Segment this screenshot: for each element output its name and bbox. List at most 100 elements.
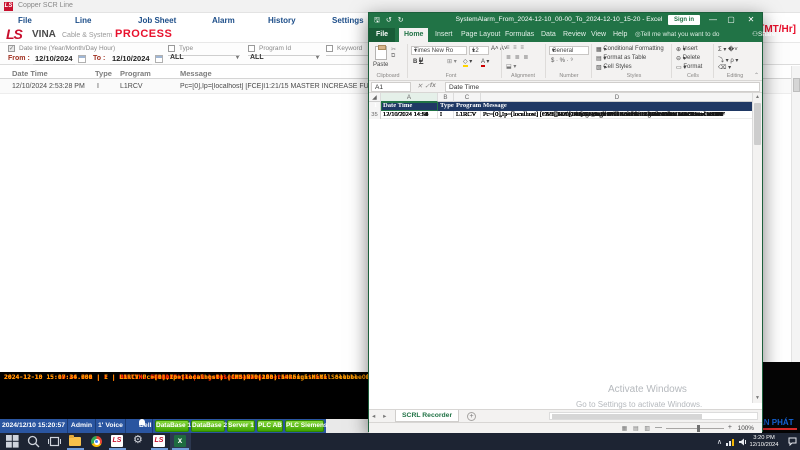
scrollbar-thumb[interactable]	[552, 414, 702, 419]
insert-cells-button[interactable]: ⊕ Insert ▾	[676, 46, 686, 53]
keyword-checkbox[interactable]	[326, 45, 333, 52]
column-c-header[interactable]: C	[454, 93, 481, 102]
from-calendar-icon[interactable]	[78, 55, 86, 63]
scrollbar-thumb[interactable]	[754, 103, 761, 145]
col-program[interactable]: Program	[120, 69, 151, 78]
type-dropdown[interactable]: ALL▾	[168, 54, 240, 56]
minimize-button[interactable]: —	[706, 13, 720, 27]
plc-siemens-button[interactable]: PLC Siemens	[285, 420, 324, 432]
cell-date[interactable]: 12/10/2024 14:44	[381, 111, 438, 120]
tab-data[interactable]: Data	[541, 28, 556, 42]
clear-icon[interactable]: ⌫ ▾	[718, 64, 731, 71]
tab-review[interactable]: Review	[563, 28, 586, 42]
zoom-slider[interactable]	[666, 428, 724, 429]
start-button[interactable]	[2, 433, 23, 450]
zoom-level[interactable]: 100%	[738, 425, 754, 432]
tell-me-box[interactable]: ◎ Tell me what you want to do	[635, 28, 641, 42]
plc-ab-button[interactable]: PLC AB	[257, 420, 283, 432]
delete-cells-button[interactable]: ⊖ Delete ▾	[676, 55, 686, 62]
status-voice[interactable]: 1' Voice	[96, 419, 126, 433]
cell-a1[interactable]: Date Time	[381, 102, 438, 111]
tab-help[interactable]: Help	[613, 28, 627, 42]
col-message[interactable]: Message	[180, 69, 212, 78]
sheet-nav-arrows[interactable]: ◂ ▸	[372, 412, 389, 420]
font-name-select[interactable]: Times New Ro ▾	[411, 46, 467, 55]
conditional-formatting-button[interactable]: ▦ Conditional Formatting ▾	[596, 46, 606, 53]
excel-titlebar[interactable]: 🖫 ↺ ↻ SystemAlarm_From_2024-12-10_00-00_…	[369, 13, 762, 28]
tray-chevron-icon[interactable]: ∧	[717, 438, 722, 446]
format-as-table-button[interactable]: ▤ Format as Table ▾	[596, 55, 606, 62]
cell-type[interactable]: I	[438, 111, 454, 120]
collapse-ribbon-icon[interactable]: ⌃	[754, 72, 759, 79]
horizontal-scrollbar[interactable]	[549, 412, 758, 420]
to-calendar-icon[interactable]	[155, 55, 163, 63]
border-icon[interactable]: ⊞ ▾	[447, 58, 457, 65]
column-a-header[interactable]: A	[381, 93, 438, 102]
menu-file[interactable]: File	[18, 16, 32, 25]
name-box[interactable]: A1	[371, 82, 411, 92]
zoom-in-icon[interactable]: +	[728, 424, 732, 431]
close-button[interactable]: ✕	[744, 13, 758, 27]
font-color-icon[interactable]: A ▾	[481, 58, 489, 65]
zoom-out-icon[interactable]: —	[655, 424, 662, 431]
font-size-select[interactable]: 12 ▾	[469, 46, 489, 55]
database1-button[interactable]: DataBase 1	[155, 420, 189, 432]
datetime-checkbox[interactable]: ✓	[8, 45, 15, 52]
type-checkbox[interactable]	[168, 45, 175, 52]
align-left-icons[interactable]: ≣ ≣ ≣	[506, 54, 529, 61]
sheet-row[interactable]: 35 12/10/2024 14:44 I L1RCV Pc=[0],Ip=[l…	[369, 111, 754, 120]
column-b-header[interactable]: B	[438, 93, 454, 102]
program-dropdown[interactable]: ALL▾	[248, 54, 320, 56]
menu-history[interactable]: History	[268, 16, 296, 25]
network-icon[interactable]	[726, 438, 736, 446]
scroll-down-icon[interactable]: ▼	[753, 394, 762, 403]
chrome-button[interactable]	[86, 433, 107, 450]
align-top-icons[interactable]: ≡ ≡ ≡	[506, 45, 525, 51]
notification-center-icon[interactable]	[788, 437, 797, 446]
cell-message[interactable]: Pc=[0],Ip=[localhost] [FCE]I1:21/14 MAST…	[481, 111, 754, 120]
format-cells-button[interactable]: ▭ Format ▾	[676, 64, 686, 71]
tab-home[interactable]: Home	[399, 28, 428, 42]
row-number[interactable]: 1	[369, 102, 381, 111]
ls-app2-button[interactable]: LS	[149, 433, 170, 450]
tab-insert[interactable]: Insert	[435, 28, 453, 42]
sign-in-button[interactable]: Sign in	[668, 15, 700, 25]
cell-c1[interactable]: Program	[454, 102, 481, 111]
scrollbar-thumb[interactable]	[793, 78, 800, 92]
menu-settings[interactable]: Settings	[332, 16, 364, 25]
paste-icon[interactable]	[375, 46, 387, 60]
task-view-button[interactable]	[44, 433, 65, 450]
status-bell[interactable]: Bell	[126, 419, 153, 433]
excel-taskbar-button[interactable]: x	[170, 433, 191, 450]
share-button[interactable]: ⚇ Share	[752, 28, 758, 42]
fill-color-icon[interactable]: ◇ ▾	[463, 58, 472, 65]
database2-button[interactable]: DataBase 2	[191, 420, 225, 432]
number-format-select[interactable]: General ▾	[549, 46, 589, 55]
sheet-tab-scrl-recorder[interactable]: SCRL Recorder	[395, 410, 459, 422]
cell-styles-button[interactable]: ▧ Cell Styles ▾	[596, 64, 606, 71]
row-number[interactable]: 35	[369, 111, 381, 120]
tab-file[interactable]: File	[369, 28, 395, 42]
from-date-input[interactable]: 12/10/2024	[33, 54, 75, 65]
scroll-up-icon[interactable]: ▲	[753, 93, 762, 102]
tab-formulas[interactable]: Formulas	[505, 28, 534, 42]
menu-job-sheet[interactable]: Job Sheet	[138, 16, 176, 25]
fill-icon[interactable]: ⤵ ▾ ρ ▾	[718, 55, 738, 64]
column-d-header[interactable]: D	[481, 93, 754, 102]
grow-shrink-font-icons[interactable]: A˄ A˅	[491, 46, 507, 52]
merge-center-icon[interactable]: ⬓ ▾	[506, 63, 516, 70]
cell-program[interactable]: L1RCV	[454, 111, 481, 120]
zoom-slider-thumb[interactable]	[697, 425, 700, 432]
settings-button[interactable]: ⚙	[128, 433, 149, 450]
quick-access-toolbar[interactable]: 🖫 ↺ ↻	[374, 16, 406, 27]
menu-alarm[interactable]: Alarm	[212, 16, 235, 25]
search-button[interactable]	[23, 433, 44, 450]
currency-percent-comma-icons[interactable]: $ · % · ⁹	[551, 58, 573, 64]
autosum-icon[interactable]: Σ ▾ �˅	[718, 46, 738, 53]
menu-line[interactable]: Line	[75, 16, 91, 25]
paste-label[interactable]: Paste	[373, 62, 388, 68]
sheet-header-row[interactable]: 1 Date Time Type Program Message	[369, 102, 754, 111]
log-table-scrollbar[interactable]	[791, 66, 800, 372]
program-checkbox[interactable]	[248, 45, 255, 52]
taskbar-clock[interactable]: 3:20 PM 12/10/2024	[742, 435, 786, 448]
